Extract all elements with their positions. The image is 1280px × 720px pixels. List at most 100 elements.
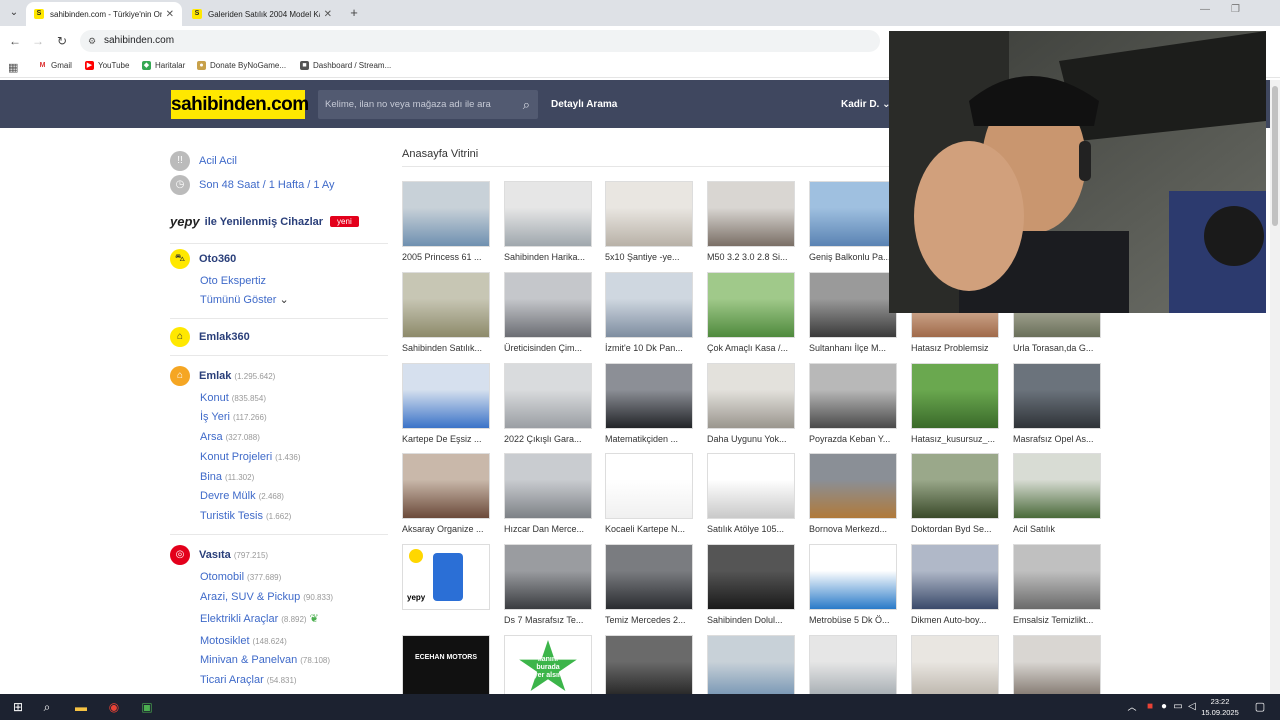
listing-title[interactable]: 5x10 Şantiye -ye... [605, 252, 693, 262]
listing-title[interactable]: M50 3.2 3.0 2.8 Si... [707, 252, 795, 262]
notification-icon[interactable]: ▢ [1250, 698, 1270, 716]
sidebar-item-bina[interactable]: Bina (11.302) [200, 471, 254, 483]
listing-thumbnail[interactable] [809, 544, 897, 610]
listing-thumbnail[interactable] [605, 181, 693, 247]
listing-thumbnail[interactable] [809, 453, 897, 519]
listing-title[interactable]: Acil Satılık [1013, 524, 1101, 534]
sidebar-item-son48[interactable]: ◷ Son 48 Saat / 1 Hafta / 1 Ay [170, 175, 335, 195]
showcase-item[interactable]: Aksaray Organize ... [402, 453, 490, 534]
showcase-item[interactable]: Matematikçiden ... [605, 363, 693, 444]
listing-title[interactable]: Sahibinden Satılık... [402, 343, 490, 353]
showcase-item[interactable]: Kartepe De Eşsiz ... [402, 363, 490, 444]
listing-title[interactable]: Satılık Atölye 105... [707, 524, 795, 534]
listing-title[interactable]: Kocaeli Kartepe N... [605, 524, 693, 534]
showcase-item[interactable]: Sahibinden Harika... [504, 181, 592, 262]
listing-thumbnail[interactable] [402, 363, 490, 429]
close-icon[interactable]: ✕ [324, 9, 332, 20]
listing-title[interactable]: Temiz Mercedes 2... [605, 615, 693, 625]
listing-title[interactable]: Kartepe De Eşsiz ... [402, 434, 490, 444]
listing-thumbnail[interactable] [402, 453, 490, 519]
sahibinden-logo[interactable]: sahibinden.com [171, 90, 309, 119]
showcase-item[interactable]: Dikmen Auto-boy... [911, 544, 999, 625]
listing-thumbnail[interactable] [605, 635, 693, 701]
listing-title[interactable]: Aksaray Organize ... [402, 524, 490, 534]
showcase-item[interactable]: Satılık Atölye 105... [707, 453, 795, 534]
listing-thumbnail[interactable] [707, 635, 795, 701]
listing-title[interactable]: Doktordan Byd Se... [911, 524, 999, 534]
scrollbar-thumb[interactable] [1272, 86, 1278, 226]
bookmark-dashboard[interactable]: ■ Dashboard / Stream... [300, 61, 391, 70]
listing-thumbnail[interactable]: ECEHAN MOTORS [402, 635, 490, 701]
listing-thumbnail[interactable] [707, 363, 795, 429]
back-arrow-icon[interactable]: ← [8, 34, 22, 48]
sidebar-item-yepy[interactable]: yepy ile Yenilenmiş Cihazlar yeni [170, 214, 359, 229]
showcase-item[interactable]: İlanını burada yer alsın [504, 635, 592, 701]
listing-title[interactable]: Üreticisinden Çim... [504, 343, 592, 353]
listing-thumbnail[interactable] [707, 272, 795, 338]
listing-title[interactable]: Poyrazda Keban Y... [809, 434, 897, 444]
file-explorer-icon[interactable]: ▬ [71, 698, 91, 716]
listing-title[interactable]: Hızcar Dan Merce... [504, 524, 592, 534]
bookmark-gmail[interactable]: M Gmail [38, 61, 72, 70]
listing-title[interactable]: Geniş Balkonlu Pa... [809, 252, 897, 262]
windows-start-icon[interactable]: ⊞ [8, 698, 28, 716]
sidebar-item-emlak360[interactable]: ⌂ Emlak360 [170, 327, 250, 347]
show-all-link[interactable]: Tümünü Göster ⌄ [200, 293, 289, 306]
listing-title[interactable]: Urla Torasan,da G... [1013, 343, 1101, 353]
listing-title[interactable]: 2005 Princess 61 ... [402, 252, 490, 262]
listing-thumbnail[interactable] [809, 181, 897, 247]
reload-icon[interactable]: ↻ [55, 34, 69, 48]
listing-thumbnail[interactable] [605, 272, 693, 338]
url-input[interactable]: ⚙ sahibinden.com [80, 30, 880, 52]
detailed-search-link[interactable]: Detaylı Arama [551, 99, 617, 110]
showcase-item[interactable]: Acil Satılık [1013, 453, 1101, 534]
listing-title[interactable]: 2022 Çıkışlı Gara... [504, 434, 592, 444]
listing-thumbnail[interactable] [605, 544, 693, 610]
listing-title[interactable]: Sahibinden Harika... [504, 252, 592, 262]
listing-title[interactable]: Daha Uygunu Yok... [707, 434, 795, 444]
sidebar-item-is-yeri[interactable]: İş Yeri (117.266) [200, 411, 267, 423]
sidebar-item-ticari-araclar[interactable]: Ticari Araçlar (54.831) [200, 674, 297, 686]
listing-title[interactable]: Masrafsız Opel As... [1013, 434, 1101, 444]
sidebar-item-acil[interactable]: !! Acil Acil [170, 151, 237, 171]
sidebar-item-konut[interactable]: Konut (835.854) [200, 392, 266, 404]
listing-thumbnail[interactable] [707, 544, 795, 610]
chevron-up-icon[interactable]: ︿ [1122, 698, 1142, 716]
search-icon[interactable]: ⌕ [523, 90, 530, 119]
showcase-item[interactable]: ECEHAN MOTORS [402, 635, 490, 701]
showcase-item[interactable]: Hızcar Dan Merce... [504, 453, 592, 534]
listing-thumbnail[interactable] [402, 272, 490, 338]
tab-sahibinden[interactable]: S sahibinden.com - Türkiye'nin Online İl… [26, 2, 182, 26]
sidebar-item-turistik-tesis[interactable]: Turistik Tesis (1.662) [200, 510, 291, 522]
streamlabs-icon[interactable]: ▣ [137, 698, 157, 716]
showcase-item[interactable] [707, 635, 795, 701]
listing-thumbnail[interactable] [911, 544, 999, 610]
new-tab-plus-icon[interactable]: + [346, 5, 362, 20]
listing-thumbnail[interactable]: İlanını burada yer alsın [504, 635, 592, 701]
listing-thumbnail[interactable] [605, 363, 693, 429]
showcase-item[interactable]: 2022 Çıkışlı Gara... [504, 363, 592, 444]
search-icon[interactable]: ⌕ [37, 698, 57, 716]
sidebar-item-otomobil[interactable]: Otomobil (377.689) [200, 571, 281, 583]
listing-title[interactable]: Bornova Merkezd... [809, 524, 897, 534]
listing-title[interactable]: Metrobüse 5 Dk Ö... [809, 615, 897, 625]
listing-title[interactable]: Sultanhanı İlçe M... [809, 343, 897, 353]
showcase-item[interactable]: Üreticisinden Çim... [504, 272, 592, 353]
listing-title[interactable]: Hatasız Problemsiz [911, 343, 999, 353]
showcase-item[interactable]: Sultanhanı İlçe M... [809, 272, 897, 353]
showcase-item[interactable]: Doktordan Byd Se... [911, 453, 999, 534]
sidebar-item-elektrikli[interactable]: Elektrikli Araçlar (8.892) ❦ [200, 612, 319, 625]
listing-thumbnail[interactable] [402, 181, 490, 247]
listing-title[interactable]: Emsalsiz Temizlikt... [1013, 615, 1101, 625]
showcase-item[interactable]: İzmit'e 10 Dk Pan... [605, 272, 693, 353]
sidebar-item-konut-projeleri[interactable]: Konut Projeleri (1.436) [200, 451, 301, 463]
showcase-item[interactable]: Çok Amaçlı Kasa /... [707, 272, 795, 353]
user-menu[interactable]: Kadir D. ⌄ [841, 99, 891, 110]
listing-thumbnail[interactable] [504, 272, 592, 338]
forward-arrow-icon[interactable]: → [31, 34, 45, 48]
system-clock[interactable]: 23:22 15.09.2025 [1200, 696, 1240, 718]
tab-galeriden[interactable]: S Galeriden Satılık 2004 Model Kayın ✕ [184, 2, 340, 26]
site-info-icon[interactable]: ⚙ [88, 30, 96, 52]
showcase-item[interactable] [809, 635, 897, 701]
showcase-item[interactable]: Geniş Balkonlu Pa... [809, 181, 897, 262]
